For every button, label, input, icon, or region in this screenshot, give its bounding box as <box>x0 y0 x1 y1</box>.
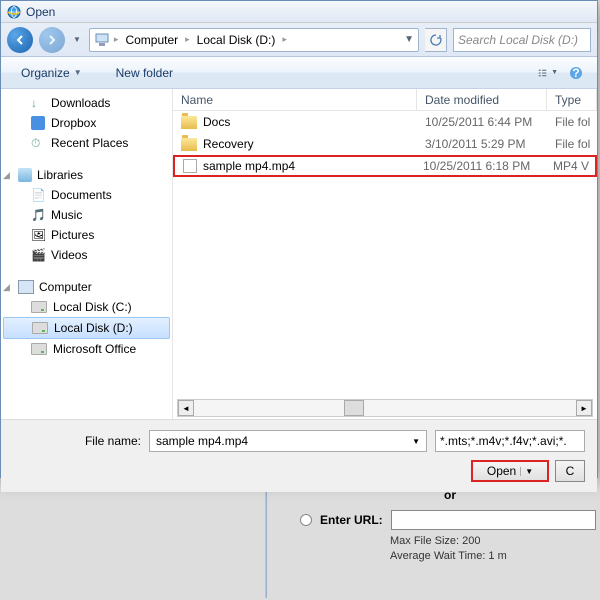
collapse-icon: ◢ <box>3 282 13 293</box>
open-label: Open <box>487 464 516 478</box>
navigation-pane: Downloads Dropbox Recent Places ◢Librari… <box>1 89 173 419</box>
nav-microsoft-office[interactable]: Microsoft Office <box>1 339 172 359</box>
file-row[interactable]: Docs 10/25/2011 6:44 PMFile fol <box>173 111 597 133</box>
file-name: Docs <box>203 115 230 129</box>
chevron-right-icon: ▸ <box>185 34 190 45</box>
wait-time-label: Average Wait Time: 1 m <box>390 549 600 564</box>
download-icon <box>31 96 45 110</box>
window-title: Open <box>26 5 55 19</box>
titlebar: Open <box>1 1 597 23</box>
toolbar: Organize ▼ New folder ▼ ? <box>1 57 597 89</box>
nav-local-disk-d[interactable]: Local Disk (D:) <box>3 317 170 339</box>
file-type: File fol <box>547 134 597 154</box>
new-folder-label: New folder <box>116 66 173 80</box>
nav-music[interactable]: Music <box>1 205 172 225</box>
column-date[interactable]: Date modified <box>417 89 547 110</box>
computer-icon <box>18 280 34 294</box>
dropbox-icon <box>31 116 45 130</box>
svg-text:?: ? <box>572 66 579 80</box>
filename-value: sample mp4.mp4 <box>156 434 248 448</box>
computer-icon <box>94 33 110 47</box>
refresh-button[interactable] <box>425 28 447 52</box>
pictures-icon <box>31 228 45 242</box>
file-date: 10/25/2011 6:18 PM <box>415 156 545 176</box>
chevron-right-icon: ▸ <box>282 34 287 45</box>
nav-dropbox[interactable]: Dropbox <box>1 113 172 133</box>
enter-url-label: Enter URL: <box>320 513 383 527</box>
forward-button[interactable] <box>39 27 65 53</box>
file-type: File fol <box>547 112 597 132</box>
chevron-right-icon: ▸ <box>114 34 119 45</box>
organize-label: Organize <box>21 66 70 80</box>
breadcrumb-computer[interactable]: Computer <box>122 31 181 49</box>
file-icon <box>183 159 197 173</box>
url-radio[interactable] <box>300 514 312 526</box>
ie-icon <box>7 5 21 19</box>
chevron-down-icon: ▼ <box>551 69 558 76</box>
nav-pictures[interactable]: Pictures <box>1 225 172 245</box>
scroll-left-button[interactable]: ◄ <box>178 400 194 416</box>
breadcrumb-localdisk-d[interactable]: Local Disk (D:) <box>194 31 279 49</box>
open-button[interactable]: Open ▼ <box>471 460 549 482</box>
chevron-down-icon: ▼ <box>520 467 533 476</box>
collapse-icon: ◢ <box>3 170 13 181</box>
videos-icon <box>31 248 45 262</box>
column-type[interactable]: Type <box>547 89 597 110</box>
drive-icon <box>31 301 47 313</box>
search-placeholder: Search Local Disk (D:) <box>458 33 578 47</box>
nav-videos[interactable]: Videos <box>1 245 172 265</box>
recent-icon <box>31 136 45 150</box>
nav-history-dropdown[interactable]: ▼ <box>71 35 83 44</box>
file-name: Recovery <box>203 137 254 151</box>
drive-icon <box>32 322 48 334</box>
navbar: ▼ ▸ Computer ▸ Local Disk (D:) ▸ ▼ Searc… <box>1 23 597 57</box>
view-options-button[interactable]: ▼ <box>537 63 559 83</box>
documents-icon <box>31 188 45 202</box>
column-name[interactable]: Name <box>173 89 417 110</box>
back-button[interactable] <box>7 27 33 53</box>
url-input[interactable] <box>391 510 596 530</box>
column-headers: Name Date modified Type <box>173 89 597 111</box>
scroll-right-button[interactable]: ► <box>576 400 592 416</box>
chevron-down-icon: ▼ <box>412 437 420 446</box>
file-name: sample mp4.mp4 <box>203 159 295 173</box>
nav-downloads[interactable]: Downloads <box>1 93 172 113</box>
file-date: 3/10/2011 5:29 PM <box>417 134 547 154</box>
address-bar[interactable]: ▸ Computer ▸ Local Disk (D:) ▸ ▼ <box>89 28 419 52</box>
organize-button[interactable]: Organize ▼ <box>11 62 92 84</box>
file-date: 10/25/2011 6:44 PM <box>417 112 547 132</box>
file-type: MP4 V <box>545 156 595 176</box>
nav-libraries[interactable]: ◢Libraries <box>1 165 172 185</box>
cancel-label: C <box>566 464 575 478</box>
filename-label: File name: <box>13 434 141 448</box>
music-icon <box>31 208 45 222</box>
dialog-footer: File name: sample mp4.mp4 ▼ *.mts;*.m4v;… <box>1 419 597 492</box>
max-size-label: Max File Size: 200 <box>390 534 600 549</box>
drive-icon <box>31 343 47 355</box>
folder-icon <box>181 138 197 151</box>
nav-local-disk-c[interactable]: Local Disk (C:) <box>1 297 172 317</box>
file-type-filter[interactable]: *.mts;*.m4v;*.f4v;*.avi;*. <box>435 430 585 452</box>
horizontal-scrollbar[interactable]: ◄ ► <box>177 399 593 417</box>
scroll-thumb[interactable] <box>344 400 364 416</box>
open-file-dialog: Open ▼ ▸ Computer ▸ Local Disk (D:) ▸ ▼ … <box>0 0 598 478</box>
file-row[interactable]: Recovery 3/10/2011 5:29 PMFile fol <box>173 133 597 155</box>
file-row[interactable]: sample mp4.mp4 10/25/2011 6:18 PMMP4 V <box>173 155 597 177</box>
new-folder-button[interactable]: New folder <box>106 62 183 84</box>
folder-icon <box>181 116 197 129</box>
filter-text: *.mts;*.m4v;*.f4v;*.avi;*. <box>440 434 567 448</box>
help-button[interactable]: ? <box>565 63 587 83</box>
nav-computer[interactable]: ◢Computer <box>1 277 172 297</box>
search-input[interactable]: Search Local Disk (D:) <box>453 28 591 52</box>
libraries-icon <box>18 168 32 182</box>
cancel-button[interactable]: C <box>555 460 585 482</box>
address-dropdown-icon[interactable]: ▼ <box>404 34 414 45</box>
nav-documents[interactable]: Documents <box>1 185 172 205</box>
chevron-down-icon: ▼ <box>74 68 82 77</box>
divider <box>265 478 267 598</box>
file-list: Name Date modified Type Docs 10/25/2011 6… <box>173 89 597 419</box>
nav-recent-places[interactable]: Recent Places <box>1 133 172 153</box>
filename-input[interactable]: sample mp4.mp4 ▼ <box>149 430 427 452</box>
